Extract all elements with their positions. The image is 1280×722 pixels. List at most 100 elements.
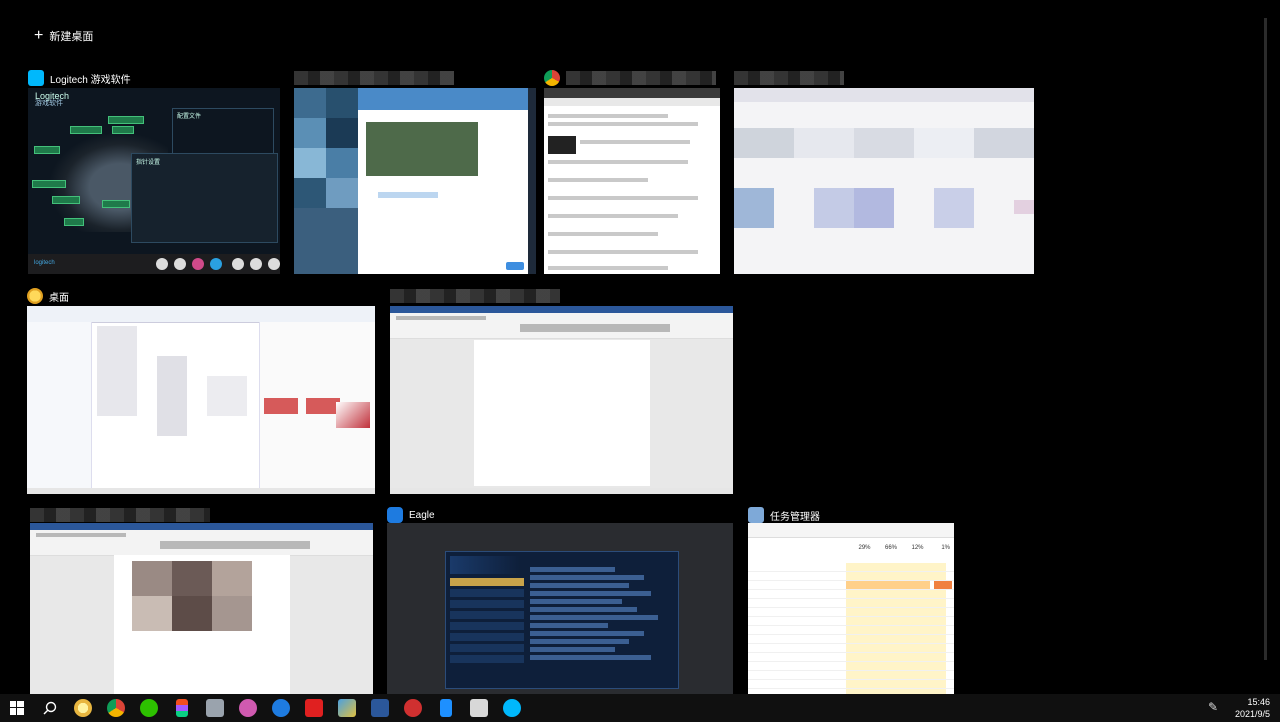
table-row[interactable] [748, 572, 954, 581]
wechat-icon [139, 699, 158, 717]
taskbar-app[interactable] [132, 694, 165, 722]
window-title: Eagle [409, 509, 435, 521]
document-page[interactable] [474, 340, 650, 486]
sidebar-item[interactable] [450, 578, 524, 586]
window-thumbnail [27, 306, 375, 494]
window-title-bar [544, 68, 720, 88]
window-logitech[interactable]: Logitech 游戏软件 Logitech 游戏软件 配置文件 指针设置 lo… [28, 68, 280, 274]
window-title [30, 508, 210, 522]
window-thumbnail [544, 88, 720, 274]
button-tag [112, 126, 134, 134]
window-title-bar: Logitech 游戏软件 [28, 68, 280, 88]
table-row[interactable] [748, 617, 954, 626]
search-button[interactable] [33, 694, 66, 722]
sidebar-item[interactable] [450, 644, 524, 652]
table-row[interactable] [748, 590, 954, 599]
style-gallery[interactable] [160, 541, 310, 549]
lighting-icon [192, 258, 204, 270]
logitech-logo: logitech [34, 260, 55, 266]
taskbar-app[interactable] [99, 694, 132, 722]
window-thumbnail [734, 88, 1034, 274]
new-desktop-button[interactable]: + 新建桌面 [34, 28, 93, 44]
window-title: 任务管理器 [770, 511, 820, 523]
window-desktop[interactable]: 桌面 [27, 286, 375, 494]
cpu-percent: 29% [858, 545, 871, 551]
subtitle-text: 游戏软件 [35, 100, 63, 107]
window-title [390, 289, 560, 303]
window-word-2[interactable] [30, 505, 373, 694]
scrollbar[interactable] [1264, 18, 1267, 660]
button-tag [64, 218, 84, 226]
system-clock[interactable]: 15:46 2021/9/5 [1235, 696, 1270, 720]
send-button[interactable] [506, 262, 524, 270]
window-blurred-dialog[interactable] [294, 68, 536, 274]
panel-title: 指针设置 [136, 160, 161, 166]
dialog-body [358, 110, 528, 274]
chrome-icon [106, 699, 125, 717]
taskbar-app[interactable] [363, 694, 396, 722]
table-row[interactable] [748, 662, 954, 671]
window-title [566, 71, 716, 85]
taskbar-app[interactable] [231, 694, 264, 722]
taskbar-app[interactable] [297, 694, 330, 722]
sidebar-item[interactable] [450, 622, 524, 630]
text-line [548, 122, 698, 126]
chrome-address-bar[interactable] [544, 98, 720, 106]
taskbar-app[interactable] [495, 694, 528, 722]
table-row[interactable] [748, 563, 954, 572]
color-swatch [306, 398, 340, 414]
table-row[interactable] [748, 644, 954, 653]
table-row[interactable] [748, 680, 954, 689]
document-page[interactable] [114, 555, 290, 694]
sidebar-item[interactable] [450, 589, 524, 597]
sidebar-item[interactable] [450, 600, 524, 608]
task-manager-tabs[interactable] [748, 523, 954, 538]
taskbar-app[interactable] [429, 694, 462, 722]
window-word-1[interactable] [390, 286, 733, 494]
table-row[interactable] [748, 608, 954, 617]
style-gallery[interactable] [520, 324, 670, 332]
sidebar-item[interactable] [450, 611, 524, 619]
sidebar-item[interactable] [450, 633, 524, 641]
taskbar-app[interactable] [396, 694, 429, 722]
table-row[interactable] [748, 671, 954, 680]
table-row[interactable] [748, 599, 954, 608]
taskbar: ✎ 15:46 2021/9/5 [0, 694, 1280, 722]
taskbar-app[interactable] [198, 694, 231, 722]
window-eagle[interactable]: Eagle [387, 505, 733, 694]
table-row[interactable] [748, 581, 954, 590]
window-task-manager[interactable]: 任务管理器 29% 66% 12% 1% [748, 505, 954, 694]
window-chrome[interactable] [544, 68, 720, 274]
window-title-bar: 桌面 [27, 286, 375, 306]
blurred-file-list [97, 326, 247, 486]
blurred-text [378, 192, 438, 198]
ribbon-tabs[interactable] [36, 533, 126, 537]
word-title-bar [30, 523, 373, 530]
globe-icon [210, 258, 222, 270]
text-line [548, 250, 698, 254]
process-list [748, 563, 954, 694]
pen-icon[interactable]: ✎ [1208, 700, 1224, 716]
window-blurred-document[interactable] [734, 68, 1034, 274]
table-row[interactable] [748, 635, 954, 644]
window-title [734, 71, 844, 85]
sidebar-item[interactable] [450, 655, 524, 663]
color-picker[interactable] [336, 402, 370, 428]
ribbon-tabs[interactable] [396, 316, 486, 320]
taskbar-app[interactable] [264, 694, 297, 722]
text-line [548, 214, 678, 218]
button-tag [108, 116, 144, 124]
taskbar-app[interactable] [462, 694, 495, 722]
taskbar-app[interactable] [330, 694, 363, 722]
table-row[interactable] [748, 626, 954, 635]
plus-icon: + [34, 27, 44, 44]
netease-icon [403, 699, 422, 717]
brand-text: Logitech [35, 91, 70, 101]
word-title-bar [390, 306, 733, 313]
taskbar-app[interactable] [66, 694, 99, 722]
logitech-icon [28, 70, 44, 86]
clock-time: 15:46 [1247, 697, 1270, 707]
start-button[interactable] [0, 694, 33, 722]
table-row[interactable] [748, 653, 954, 662]
taskbar-app[interactable] [165, 694, 198, 722]
